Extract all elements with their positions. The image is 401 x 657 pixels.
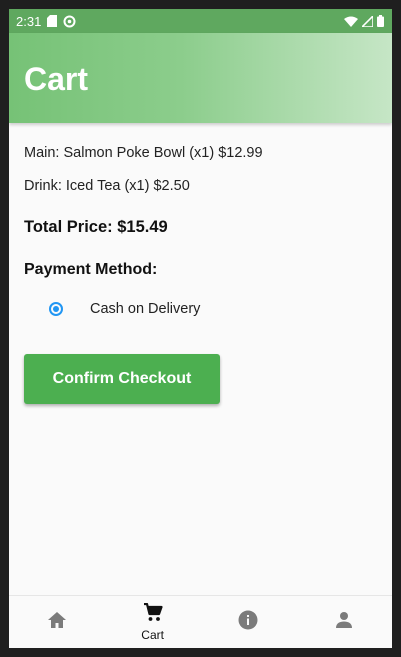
radio-button-selected[interactable] bbox=[49, 302, 63, 316]
bottom-navigation: Cart bbox=[9, 595, 392, 648]
sync-icon bbox=[63, 15, 76, 28]
home-icon bbox=[47, 611, 67, 634]
payment-option-label: Cash on Delivery bbox=[90, 301, 201, 317]
confirm-checkout-button[interactable]: Confirm Checkout bbox=[24, 354, 220, 404]
payment-method-heading: Payment Method: bbox=[24, 261, 158, 278]
payment-option-cash[interactable]: Cash on Delivery bbox=[49, 297, 200, 321]
signal-icon bbox=[362, 15, 373, 27]
cart-item-drink: Drink: Iced Tea (x1) $2.50 bbox=[24, 178, 190, 194]
sd-card-icon bbox=[47, 15, 58, 27]
nav-cart[interactable]: Cart bbox=[105, 596, 201, 648]
nav-home[interactable] bbox=[9, 596, 105, 648]
info-icon bbox=[238, 610, 258, 635]
battery-icon bbox=[377, 15, 384, 27]
person-icon bbox=[335, 611, 353, 634]
phone-screen: 2:31 Cart Main: Salmon Poke Bowl (x1) $1… bbox=[9, 9, 392, 648]
cart-icon bbox=[143, 602, 163, 627]
nav-cart-label: Cart bbox=[141, 628, 164, 642]
page-title: Cart bbox=[24, 61, 89, 97]
status-bar: 2:31 bbox=[9, 9, 392, 33]
nav-profile[interactable] bbox=[296, 596, 392, 648]
wifi-icon bbox=[344, 16, 358, 27]
cart-item-main: Main: Salmon Poke Bowl (x1) $12.99 bbox=[24, 145, 263, 161]
total-price: Total Price: $15.49 bbox=[24, 218, 168, 236]
nav-info[interactable] bbox=[201, 596, 297, 648]
app-bar: Cart bbox=[9, 33, 392, 123]
status-time: 2:31 bbox=[16, 13, 42, 29]
